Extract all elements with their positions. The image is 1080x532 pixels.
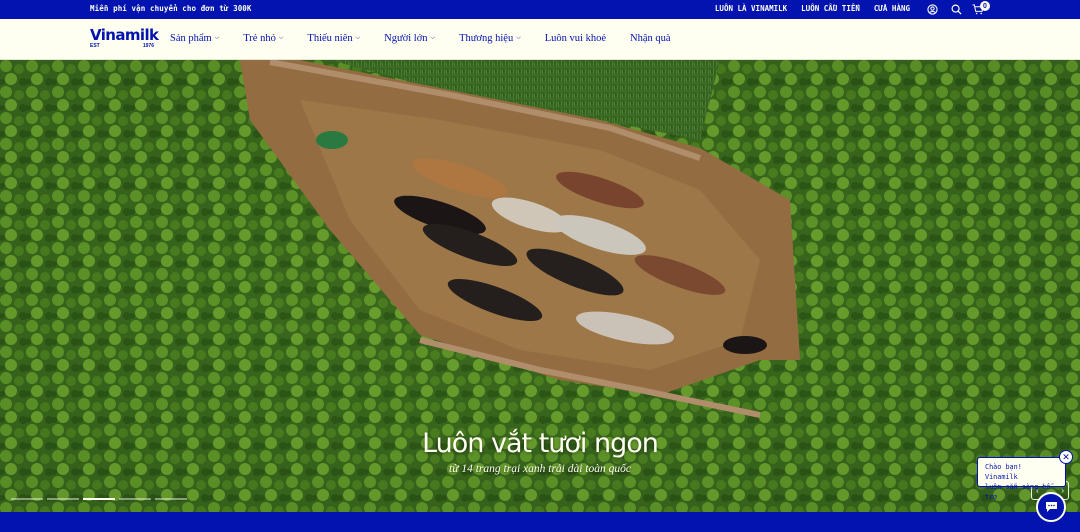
chevron-down-icon: ⌵ xyxy=(278,35,284,41)
chat-open-button[interactable] xyxy=(1036,492,1066,522)
nav-item-nguoi-lon[interactable]: Người lớn ⌵ xyxy=(384,33,435,44)
logo-year: 1976 xyxy=(142,43,154,49)
nav-item-san-pham[interactable]: Sản phẩm ⌵ xyxy=(170,33,219,44)
nav-item-label: Sản phẩm xyxy=(170,33,212,44)
nav-item-tre-nho[interactable]: Trẻ nhỏ ⌵ xyxy=(243,33,283,44)
bottom-blue-section xyxy=(0,512,1080,532)
nav-item-thieu-nien[interactable]: Thiếu niên ⌵ xyxy=(307,33,360,44)
top-links: LUÔN LÀ VINAMILK LUÔN CẦU TIẾN CỬA HÀNG xyxy=(715,4,910,13)
nav-item-label: Luôn vui khoẻ xyxy=(544,33,607,44)
shipping-promo-text: Miễn phí vận chuyển cho đơn từ 300K xyxy=(90,4,252,13)
slide-dot-4[interactable] xyxy=(119,498,151,500)
search-icon[interactable] xyxy=(949,2,963,16)
main-navbar: Vinamilk EST 1976 Sản phẩm ⌵ Trẻ nhỏ ⌵ T… xyxy=(0,19,1080,60)
chevron-down-icon: ⌵ xyxy=(430,35,436,41)
chevron-right-icon[interactable]: › xyxy=(1061,486,1064,495)
hero-banner[interactable]: Luôn vắt tươi ngon từ 14 trang trại xanh… xyxy=(0,60,1080,512)
nav-item-label: Nhận quà xyxy=(630,33,671,44)
main-menu: Sản phẩm ⌵ Trẻ nhỏ ⌵ Thiếu niên ⌵ Người … xyxy=(170,33,695,44)
slide-dot-2[interactable] xyxy=(47,498,79,500)
chat-icon xyxy=(1045,502,1057,512)
slide-dot-5[interactable] xyxy=(155,498,187,500)
top-promo-bar: Miễn phí vận chuyển cho đơn từ 300K LUÔN… xyxy=(0,0,1080,19)
vinamilk-logo[interactable]: Vinamilk EST 1976 xyxy=(90,26,159,53)
logo-wordmark: Vinamilk xyxy=(90,26,159,44)
link-cua-hang[interactable]: CỬA HÀNG xyxy=(874,4,910,13)
logo-est: EST xyxy=(90,43,100,49)
nav-item-label: Thiếu niên xyxy=(307,33,353,44)
nav-item-nhan-qua[interactable]: Nhận quà xyxy=(630,33,671,44)
slider-pagination xyxy=(11,498,187,500)
cart-count-badge: 0 xyxy=(980,1,990,11)
user-icon[interactable] xyxy=(925,2,939,16)
hero-title: Luôn vắt tươi ngon xyxy=(422,428,659,459)
close-icon[interactable]: ✕ xyxy=(1059,450,1073,464)
chat-greeting-bubble: Chào bạn! Vinamilk luôn sẵn sàng hỗ trợ xyxy=(977,457,1066,501)
chat-message-line-1: Chào bạn! Vinamilk xyxy=(985,463,1022,481)
nav-item-label: Trẻ nhỏ xyxy=(243,33,276,44)
hero-subtitle: từ 14 trang trại xanh trải dài toàn quốc xyxy=(449,463,631,475)
link-luon-la-vinamilk[interactable]: LUÔN LÀ VINAMILK xyxy=(715,4,787,13)
slide-dot-1[interactable] xyxy=(11,498,43,500)
nav-item-thuong-hieu[interactable]: Thương hiệu ⌵ xyxy=(459,33,521,44)
nav-item-label: Thương hiệu xyxy=(459,33,514,44)
chevron-down-icon: ⌵ xyxy=(516,35,521,41)
nav-item-label: Người lớn xyxy=(384,33,428,44)
link-luon-cau-tien[interactable]: LUÔN CẦU TIẾN xyxy=(801,4,860,13)
slide-dot-3[interactable] xyxy=(83,498,115,500)
nav-item-luon-vui-khoe[interactable]: Luôn vui khoẻ xyxy=(545,33,606,44)
chevron-down-icon: ⌵ xyxy=(355,35,361,41)
chevron-down-icon: ⌵ xyxy=(214,35,220,41)
